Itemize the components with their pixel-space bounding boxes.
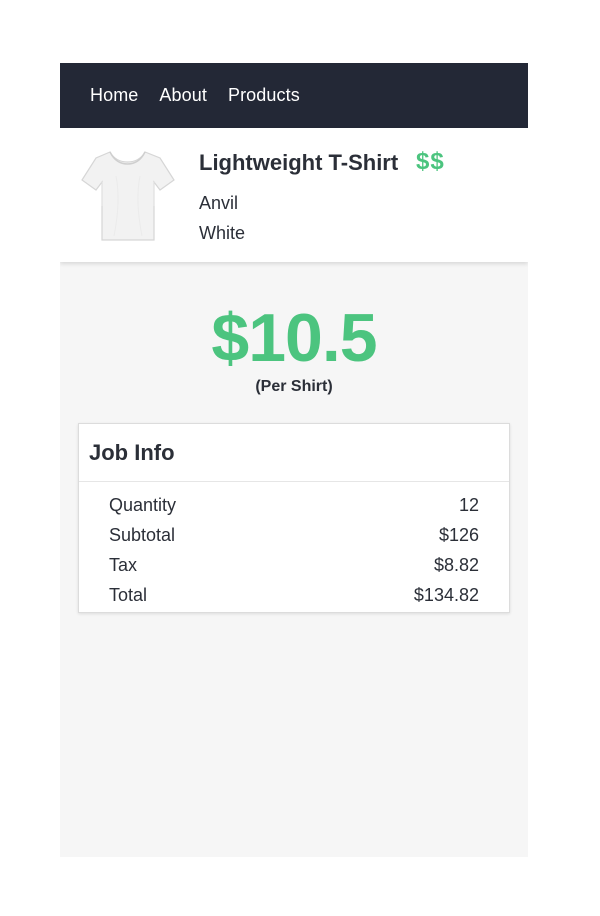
job-row-label: Quantity (109, 494, 177, 515)
app-container: Home About Products Lightweight T-Shirt … (60, 63, 528, 857)
job-row-subtotal: Subtotal $126 (109, 520, 479, 550)
tshirt-icon (81, 151, 175, 241)
price-tier-badge: $$ (416, 148, 445, 175)
job-info-card: Job Info Quantity 12 Subtotal $126 Tax $… (78, 423, 510, 613)
job-row-label: Subtotal (109, 524, 176, 545)
job-row-value: $8.82 (433, 554, 479, 575)
product-summary-card: Lightweight T-Shirt $$ Anvil White (60, 128, 528, 262)
nav-link-home[interactable]: Home (90, 85, 138, 106)
job-info-header: Job Info (79, 424, 509, 482)
job-row-value: 12 (458, 494, 479, 515)
job-row-label: Tax (109, 554, 138, 575)
product-name: Lightweight T-Shirt (199, 150, 399, 175)
product-color: White (199, 223, 246, 243)
job-row-quantity: Quantity 12 (109, 490, 479, 520)
job-row-value: $134.82 (413, 584, 479, 605)
job-row-label: Total (109, 584, 148, 605)
job-info-title: Job Info (89, 439, 175, 465)
job-row-value: $126 (438, 524, 479, 545)
price-block: $10.5 (Per Shirt) (60, 262, 528, 396)
job-info-rows: Quantity 12 Subtotal $126 Tax $8.82 Tota… (79, 482, 509, 610)
per-shirt-price: $10.5 (211, 300, 377, 376)
product-brand: Anvil (199, 193, 239, 213)
job-row-tax: Tax $8.82 (109, 550, 479, 580)
nav-link-about[interactable]: About (159, 85, 207, 106)
nav-link-products[interactable]: Products (228, 85, 300, 106)
top-navbar: Home About Products (60, 63, 528, 128)
price-unit-label: (Per Shirt) (255, 378, 333, 395)
job-row-total: Total $134.82 (109, 580, 479, 610)
